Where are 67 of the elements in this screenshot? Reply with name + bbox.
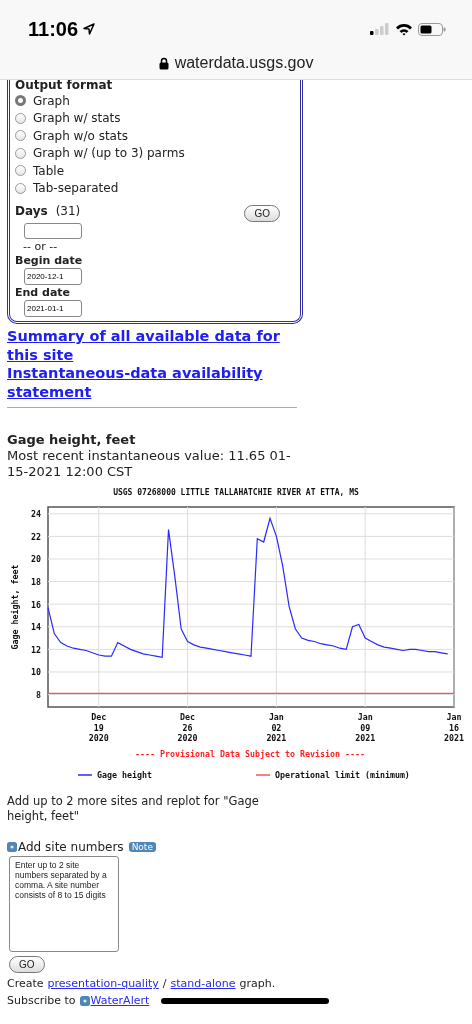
radio-label[interactable]: Graph w/o stats bbox=[33, 128, 128, 143]
radio-button[interactable] bbox=[15, 182, 26, 194]
legend-label: Gage height bbox=[97, 770, 152, 780]
panel-legend: Output format bbox=[15, 78, 295, 92]
y-tick-label: 16 bbox=[31, 599, 41, 610]
radio-label[interactable]: Graph bbox=[33, 93, 70, 108]
graph-text: graph. bbox=[239, 977, 276, 990]
legend-label: Operational limit (minimum) bbox=[275, 770, 410, 780]
begin-date-label: Begin date bbox=[15, 254, 84, 267]
radio-label[interactable]: Graph w/ stats bbox=[33, 111, 121, 126]
page-link[interactable]: Summary of all available data for this site bbox=[7, 327, 297, 364]
radio-button[interactable] bbox=[15, 147, 26, 159]
radio-button[interactable] bbox=[15, 112, 26, 124]
end-date-input[interactable]: 2021-01-1 bbox=[24, 300, 82, 317]
page-link[interactable]: Instantaneous-data availability statement bbox=[7, 364, 297, 401]
end-date-label: End date bbox=[15, 286, 72, 299]
y-tick-label: 8 bbox=[36, 690, 41, 701]
battery-icon bbox=[418, 22, 446, 36]
radio-button[interactable] bbox=[15, 95, 26, 107]
y-tick-label: 10 bbox=[31, 667, 41, 678]
y-tick-label: 18 bbox=[31, 577, 41, 588]
radio-button[interactable] bbox=[15, 130, 26, 142]
go-button[interactable]: GO bbox=[9, 956, 45, 973]
radio-label[interactable]: Graph w/ (up to 3) parms bbox=[33, 146, 185, 161]
x-tick-label: Jan 02 2021 bbox=[266, 712, 287, 743]
url-text[interactable]: waterdata.usgs.gov bbox=[174, 54, 314, 72]
add-site-label: Add site numbers bbox=[18, 840, 124, 854]
y-tick-label: 22 bbox=[31, 531, 41, 542]
chart-title: USGS 07268000 LITTLE TALLAHATCHIE RIVER AT ETTA, MS bbox=[113, 488, 359, 497]
recent-value-text: Most recent instantaneous value: 11.65 01-15-2021 12:00 CST bbox=[7, 448, 292, 480]
wateralert-link[interactable]: WaterAlert bbox=[90, 994, 150, 1007]
provisional-note: ---- Provisional Data Subject to Revision ---- bbox=[135, 749, 365, 759]
presentation-link[interactable]: presentation-quality bbox=[47, 977, 159, 990]
y-tick-label: 14 bbox=[31, 622, 41, 633]
y-tick-label: 24 bbox=[31, 509, 41, 520]
wifi-icon bbox=[395, 22, 413, 36]
x-tick-label: Jan 09 2021 bbox=[355, 712, 376, 743]
note-badge[interactable]: Note bbox=[128, 842, 156, 852]
separator-text: / bbox=[162, 977, 167, 990]
status-time: 11:06 bbox=[28, 17, 79, 41]
begin-date-input[interactable]: 2020-12-1 bbox=[24, 268, 82, 285]
subscribe-text: Subscribe to bbox=[7, 994, 76, 1007]
parameter-title: Gage height, feet bbox=[7, 432, 137, 447]
help-icon[interactable] bbox=[7, 842, 17, 852]
signal-icon bbox=[370, 23, 390, 35]
site-numbers-field[interactable]: Enter up to 2 site numbers separated by a comma. A site number consists of 8 to 15 digits bbox=[9, 856, 119, 952]
location-arrow-icon bbox=[83, 23, 96, 35]
replot-text: Add up to 2 more sites and replot for "Gage height, feet" bbox=[7, 794, 260, 824]
or-separator: -- or -- bbox=[23, 240, 59, 253]
help-icon[interactable] bbox=[79, 995, 90, 1006]
radio-label[interactable]: Tab-separated bbox=[33, 181, 119, 196]
y-axis-title: Gage height, feet bbox=[10, 564, 20, 650]
radio-label[interactable]: Table bbox=[33, 163, 65, 178]
lock-icon bbox=[158, 56, 169, 70]
y-tick-label: 20 bbox=[31, 554, 41, 565]
x-tick-label: Dec 26 2020 bbox=[177, 712, 198, 743]
stand-alone-link[interactable]: stand-alone bbox=[170, 977, 236, 990]
days-label: Days bbox=[15, 204, 48, 218]
create-text: Create bbox=[7, 977, 44, 990]
days-hint: (31) bbox=[55, 204, 81, 218]
days-input[interactable] bbox=[24, 223, 82, 239]
x-tick-label: Dec 19 2020 bbox=[88, 712, 109, 743]
y-tick-label: 12 bbox=[31, 644, 41, 655]
go-button[interactable]: GO bbox=[244, 205, 280, 222]
x-tick-label: Jan 16 2021 bbox=[444, 712, 464, 743]
home-indicator[interactable] bbox=[161, 997, 330, 1004]
radio-button[interactable] bbox=[15, 165, 26, 177]
